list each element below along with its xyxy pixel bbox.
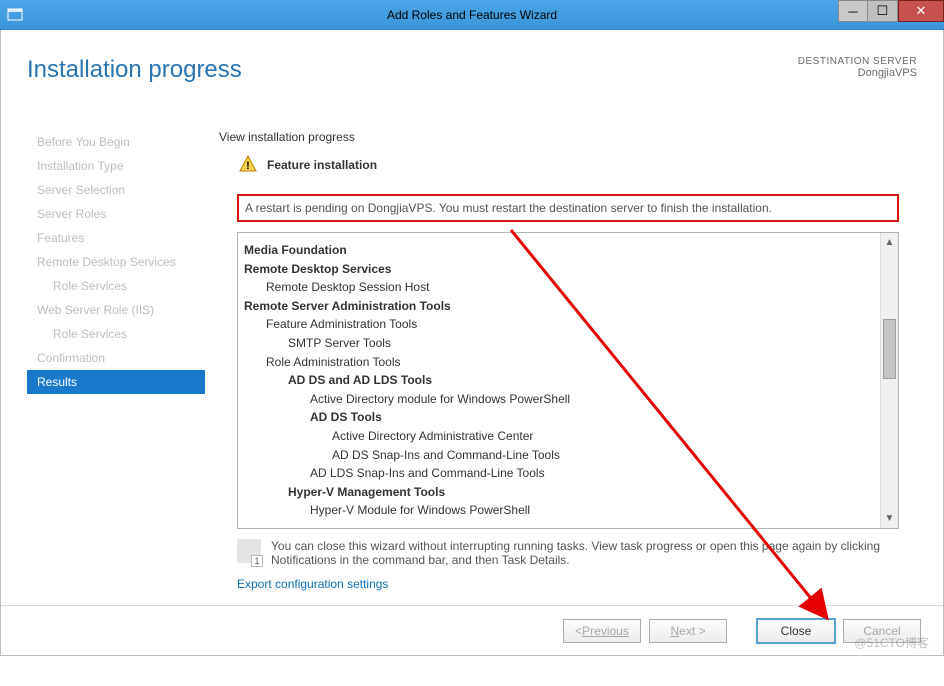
wizard-step-server-selection: Server Selection	[27, 178, 205, 202]
installation-results-tree: Media FoundationRemote Desktop ServicesR…	[237, 232, 899, 529]
tree-item: AD LDS Snap-Ins and Command-Line Tools	[244, 464, 874, 483]
window-buttons: ─ ☐ ✕	[838, 0, 944, 22]
tree-item: Remote Desktop Session Host	[244, 278, 874, 297]
scroll-down-icon[interactable]: ▼	[881, 510, 898, 528]
system-icon	[0, 0, 30, 30]
progress-subtitle: View installation progress	[219, 130, 917, 144]
notification-icon	[237, 539, 261, 563]
scrollbar[interactable]: ▲ ▼	[880, 233, 898, 528]
watermark: @51CTO博客	[854, 634, 929, 651]
tree-item: AD DS Tools	[244, 408, 874, 427]
wizard-step-installation-type: Installation Type	[27, 154, 205, 178]
wizard-step-confirmation: Confirmation	[27, 346, 205, 370]
minimize-button[interactable]: ─	[838, 0, 868, 22]
wizard-footer: < Previous Next > Close Cancel	[1, 605, 943, 655]
tree-item: Hyper-V Module for Windows PowerShell	[244, 501, 874, 520]
previous-button: < Previous	[563, 619, 641, 643]
export-configuration-link[interactable]: Export configuration settings	[237, 577, 899, 591]
main-panel: View installation progress ! Feature ins…	[205, 130, 917, 595]
wizard-step-role-services: Role Services	[27, 274, 205, 298]
window-title: Add Roles and Features Wizard	[387, 8, 557, 22]
tree-item: Active Directory module for Windows Powe…	[244, 390, 874, 409]
tree-item: Media Foundation	[244, 241, 874, 260]
tree-item: Remote Desktop Services	[244, 260, 874, 279]
wizard-step-results: Results	[27, 370, 205, 394]
wizard-step-role-services: Role Services	[27, 322, 205, 346]
window-close-button[interactable]: ✕	[898, 0, 944, 22]
titlebar: Add Roles and Features Wizard ─ ☐ ✕	[0, 0, 944, 30]
wizard-steps-sidebar: Before You BeginInstallation TypeServer …	[27, 130, 205, 595]
scroll-thumb[interactable]	[883, 319, 896, 379]
tree-item: AD DS Snap-Ins and Command-Line Tools	[244, 446, 874, 465]
tree-content: Media FoundationRemote Desktop ServicesR…	[238, 233, 880, 528]
tree-item: Active Directory Administrative Center	[244, 427, 874, 446]
close-wizard-hint: You can close this wizard without interr…	[237, 539, 899, 567]
tree-item: SMTP Server Tools	[244, 334, 874, 353]
tree-item: Feature Administration Tools	[244, 315, 874, 334]
destination-info: DESTINATION SERVER DongjiaVPS	[798, 56, 917, 84]
feature-installation-label: Feature installation	[267, 158, 377, 172]
tree-item: Remote Server Administration Tools	[244, 297, 874, 316]
next-button: Next >	[649, 619, 727, 643]
hint-text: You can close this wizard without interr…	[271, 539, 899, 567]
scroll-up-icon[interactable]: ▲	[881, 233, 898, 251]
wizard-step-web-server-role-iis-: Web Server Role (IIS)	[27, 298, 205, 322]
tree-item: Hyper-V Management Tools	[244, 483, 874, 502]
wizard-step-before-you-begin: Before You Begin	[27, 130, 205, 154]
wizard-step-server-roles: Server Roles	[27, 202, 205, 226]
destination-server-name: DongjiaVPS	[798, 67, 917, 79]
tree-item: AD DS and AD LDS Tools	[244, 371, 874, 390]
svg-text:!: !	[246, 160, 250, 172]
maximize-button[interactable]: ☐	[868, 0, 898, 22]
close-button[interactable]: Close	[757, 619, 835, 643]
feature-installation-row: ! Feature installation	[241, 158, 917, 172]
restart-pending-message: A restart is pending on DongjiaVPS. You …	[237, 194, 899, 222]
tree-item: Role Administration Tools	[244, 353, 874, 372]
destination-label: DESTINATION SERVER	[798, 56, 917, 67]
wizard-step-remote-desktop-services: Remote Desktop Services	[27, 250, 205, 274]
wizard-step-features: Features	[27, 226, 205, 250]
page-title: Installation progress	[27, 56, 242, 84]
